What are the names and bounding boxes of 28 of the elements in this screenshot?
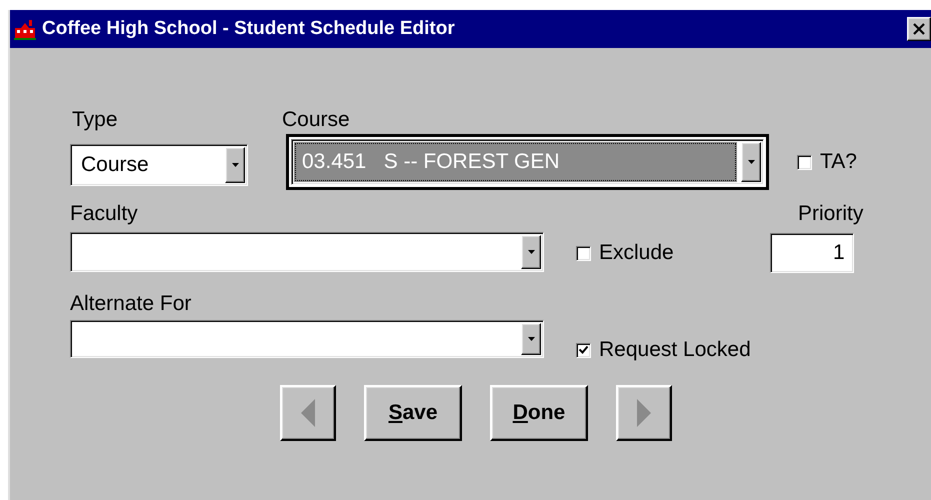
checkbox[interactable] — [576, 246, 591, 260]
close-icon — [913, 23, 925, 35]
dropdown-arrow-icon — [528, 337, 534, 341]
type-dropdown[interactable]: Course — [70, 144, 248, 186]
left-triangle-icon — [301, 399, 315, 427]
save-button[interactable]: Save — [364, 385, 462, 441]
window-title: Coffee High School - Student Schedule Editor — [42, 18, 456, 40]
done-button[interactable]: Done — [490, 385, 588, 441]
checkbox-label: Request Locked — [599, 338, 751, 362]
dropdown-arrow-icon — [748, 160, 754, 164]
checkbox[interactable] — [576, 342, 591, 358]
checkbox[interactable] — [797, 154, 812, 170]
course-label: Course — [282, 108, 350, 132]
school-building-icon — [14, 18, 36, 40]
priority-label: Priority — [798, 202, 864, 226]
check-icon — [579, 346, 588, 354]
dropdown-arrow-icon — [232, 163, 238, 167]
alternate-for-dropdown[interactable] — [70, 320, 544, 358]
right-triangle-icon — [637, 399, 651, 427]
checkbox-label: TA? — [820, 150, 857, 174]
priority-field[interactable]: 1 — [770, 233, 854, 273]
alternate-for-label: Alternate For — [70, 292, 192, 316]
faculty-dropdown[interactable] — [70, 232, 544, 272]
type-label: Type — [72, 108, 119, 132]
checkbox-label: Exclude — [599, 241, 674, 265]
close-button[interactable] — [907, 17, 931, 41]
faculty-label: Faculty — [70, 202, 139, 226]
dropdown-arrow-icon — [528, 250, 534, 254]
